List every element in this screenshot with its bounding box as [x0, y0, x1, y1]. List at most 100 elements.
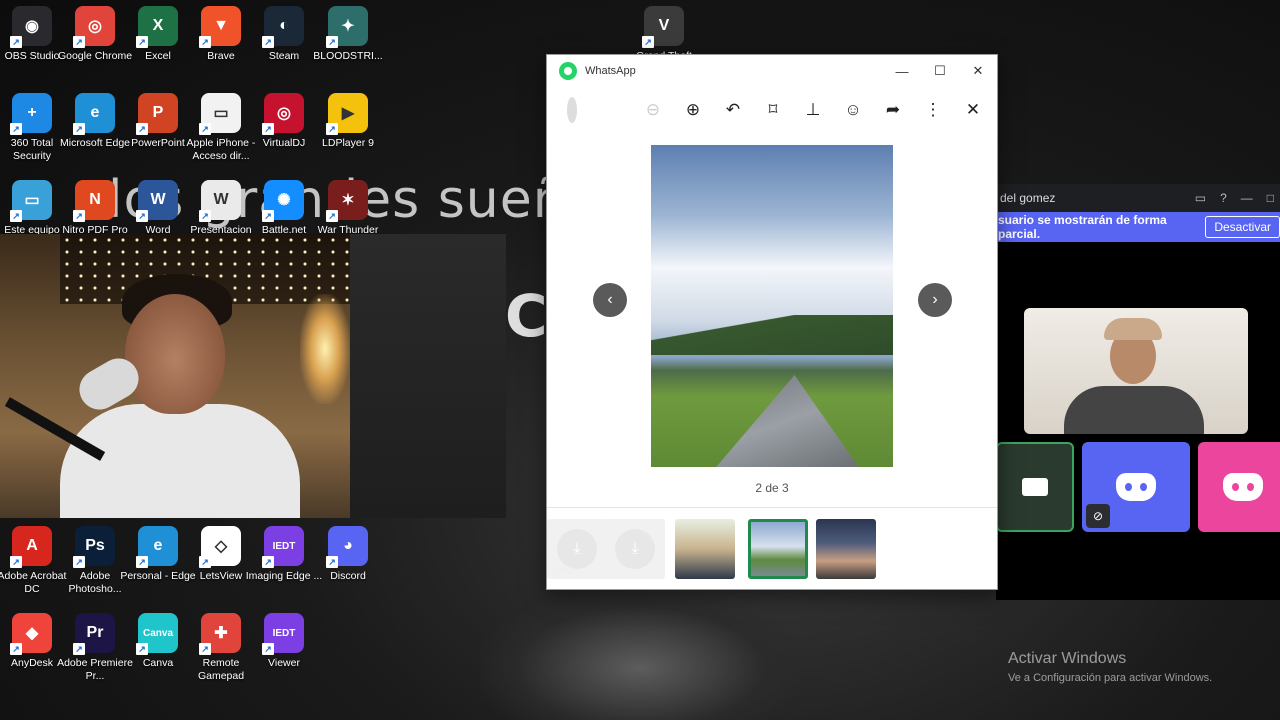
word-icon: W ↗ — [136, 180, 178, 222]
camera-tile[interactable] — [996, 442, 1074, 532]
emoji-icon[interactable]: ☺ — [833, 95, 873, 125]
thumbnail-download[interactable]: ⤓ 1.0 kB — [547, 519, 607, 579]
participant-tile-blue[interactable]: ⊘ — [1082, 442, 1190, 532]
desktop-icon-anydesk[interactable]: ◆ ↗ AnyDesk — [0, 607, 64, 693]
banner-text: suario se mostrarán de forma parcial. — [998, 213, 1167, 241]
participant-tile-pink[interactable] — [1198, 442, 1280, 532]
obs-studio-icon: ◉ ↗ — [10, 6, 52, 48]
media-counter: 2 de 3 — [755, 481, 789, 495]
thumbnail-download[interactable]: ⤓ — [605, 519, 665, 579]
more-icon[interactable]: ⋮ — [913, 95, 953, 125]
desktop-icon-label: LDPlayer 9 — [322, 137, 374, 149]
participant-video-tile[interactable] — [1024, 308, 1248, 434]
brave-icon: ▼ ↗ — [199, 6, 241, 48]
discord-icon: ◕ ↗ — [326, 526, 368, 568]
bookmark-icon[interactable]: ⌑ — [753, 95, 793, 125]
desktop-icon-obs-studio[interactable]: ◉ ↗ OBS Studio — [0, 0, 64, 86]
discord-call-window: del gomez ▭ ? — □ suario se mostrarán de… — [996, 184, 1280, 600]
desktop-icon-bloodstri[interactable]: ✦ ↗ BLOODSTRI... — [313, 0, 383, 86]
inbox-icon[interactable]: ▭ — [1195, 191, 1206, 205]
shortcut-arrow-icon: ↗ — [262, 36, 274, 48]
desktop-icon-apple-iphone-acceso-dir[interactable]: ▭ ↗ Apple iPhone - Acceso dir... — [187, 87, 255, 173]
whatsapp-titlebar: WhatsApp — ☐ ✕ — [547, 55, 997, 87]
desktop-icon-personal-edge[interactable]: e ↗ Personal - Edge — [120, 520, 196, 606]
desktop-icon-adobe-photosho[interactable]: Ps ↗ Adobe Photosho... — [63, 520, 127, 606]
desktop-icon-powerpoint[interactable]: P ↗ PowerPoint — [126, 87, 190, 173]
help-icon[interactable]: ? — [1220, 191, 1227, 205]
thumbnail-strip: ⤓ 1.0 kB ⤓ — [547, 515, 997, 581]
maximize-icon[interactable]: □ — [1267, 191, 1274, 205]
desktop-icon-virtualdj[interactable]: ◎ ↗ VirtualDJ — [252, 87, 316, 173]
zoom-in-icon[interactable]: ⊕ — [673, 95, 713, 125]
desktop-icon-remote-gamepad[interactable]: ✚ ↗ Remote Gamepad — [189, 607, 253, 693]
desktop-icon-letsview[interactable]: ◇ ↗ LetsView — [189, 520, 253, 606]
shortcut-arrow-icon: ↗ — [326, 36, 338, 48]
zoom-out-icon[interactable]: ⊖ — [633, 95, 673, 125]
wallpaper-figure — [480, 590, 800, 720]
participant-cap — [1104, 318, 1162, 340]
desktop-icon-steam[interactable]: ◐ ↗ Steam — [252, 0, 316, 86]
ldplayer-9-icon: ▶ ↗ — [326, 93, 368, 135]
shortcut-arrow-icon: ↗ — [642, 36, 654, 48]
deactivate-button[interactable]: Desactivar — [1205, 216, 1280, 238]
shortcut-arrow-icon: ↗ — [73, 643, 85, 655]
chevron-right-icon: › — [932, 291, 938, 308]
shortcut-arrow-icon: ↗ — [10, 123, 22, 135]
close-button[interactable]: ✕ — [959, 58, 997, 84]
desktop-icon-canva[interactable]: Canva ↗ Canva — [126, 607, 190, 693]
desktop-icon-adobe-premiere-pr[interactable]: Pr ↗ Adobe Premiere Pr... — [57, 607, 133, 693]
thumbnail-photo[interactable] — [816, 519, 876, 579]
anydesk-icon: ◆ ↗ — [10, 613, 52, 655]
shortcut-arrow-icon: ↗ — [199, 643, 211, 655]
nitro-pdf-pro-icon: N ↗ — [73, 180, 115, 222]
close-viewer-icon[interactable]: ✕ — [953, 95, 993, 125]
shortcut-arrow-icon: ↗ — [262, 643, 274, 655]
google-chrome-icon: ◎ ↗ — [73, 6, 115, 48]
forward-icon[interactable]: ➦ — [873, 95, 913, 125]
desktop-icon-label: Discord — [330, 570, 366, 582]
maximize-button[interactable]: ☐ — [921, 58, 959, 84]
shortcut-arrow-icon: ↗ — [136, 210, 148, 222]
shortcut-arrow-icon: ↗ — [326, 123, 338, 135]
desktop-icon-google-chrome[interactable]: ◎ ↗ Google Chrome — [58, 0, 132, 86]
apple-iphone-acceso-dir-icon: ▭ ↗ — [199, 93, 241, 135]
discord-notice-banner: suario se mostrarán de forma parcial. De… — [996, 212, 1280, 242]
personal-edge-icon: e ↗ — [136, 526, 178, 568]
desktop-icon-ldplayer-9[interactable]: ▶ ↗ LDPlayer 9 — [316, 87, 380, 173]
shortcut-arrow-icon: ↗ — [73, 210, 85, 222]
whatsapp-window: WhatsApp — ☐ ✕ ⊖ ⊕ ↶ ⌑ ⊥ ☺ ➦ ⋮ ✕ ‹ › 2 d… — [546, 54, 998, 590]
discord-logo-icon — [1116, 473, 1156, 501]
thumbnail-size: 1.0 kB — [551, 566, 574, 575]
reply-icon[interactable]: ↶ — [713, 95, 753, 125]
desktop-icon-discord[interactable]: ◕ ↗ Discord — [316, 520, 380, 606]
desktop-icon-microsoft-edge[interactable]: e ↗ Microsoft Edge — [60, 87, 130, 173]
minimize-button[interactable]: — — [883, 58, 921, 84]
thumbnail-photo-selected[interactable] — [748, 519, 808, 579]
minimize-icon: — — [895, 63, 909, 79]
next-button[interactable]: › — [918, 283, 952, 317]
shortcut-arrow-icon: ↗ — [136, 556, 148, 568]
desktop-icon-brave[interactable]: ▼ ↗ Brave — [189, 0, 253, 86]
desktop-icon-360-total-security[interactable]: + ↗ 360 Total Security — [0, 87, 64, 173]
powerpoint-icon: P ↗ — [136, 93, 178, 135]
thumbnail-photo[interactable] — [675, 519, 735, 579]
media-photo[interactable] — [651, 145, 893, 467]
desktop-icon-excel[interactable]: X ↗ Excel — [126, 0, 190, 86]
photo-mountains — [651, 315, 893, 355]
shortcut-arrow-icon: ↗ — [10, 556, 22, 568]
360-total-security-icon: + ↗ — [10, 93, 52, 135]
minimize-icon[interactable]: — — [1241, 191, 1253, 205]
desktop-icon-adobe-acrobat-dc[interactable]: A ↗ Adobe Acrobat DC — [0, 520, 66, 606]
avatar[interactable] — [567, 97, 577, 123]
desktop-icon-imaging-edge[interactable]: IEDT ↗ Imaging Edge ... — [246, 520, 322, 606]
shortcut-arrow-icon: ↗ — [10, 210, 22, 222]
desktop-icon-viewer[interactable]: IEDT ↗ Viewer — [252, 607, 316, 693]
presentacion-icon: W ↗ — [199, 180, 241, 222]
shortcut-arrow-icon: ↗ — [136, 123, 148, 135]
previous-button[interactable]: ‹ — [593, 283, 627, 317]
muted-mic-icon: ⊘ — [1086, 504, 1110, 528]
close-icon: ✕ — [972, 63, 984, 78]
pin-icon[interactable]: ⊥ — [793, 95, 833, 125]
shortcut-arrow-icon: ↗ — [326, 210, 338, 222]
canva-icon: Canva ↗ — [136, 613, 178, 655]
